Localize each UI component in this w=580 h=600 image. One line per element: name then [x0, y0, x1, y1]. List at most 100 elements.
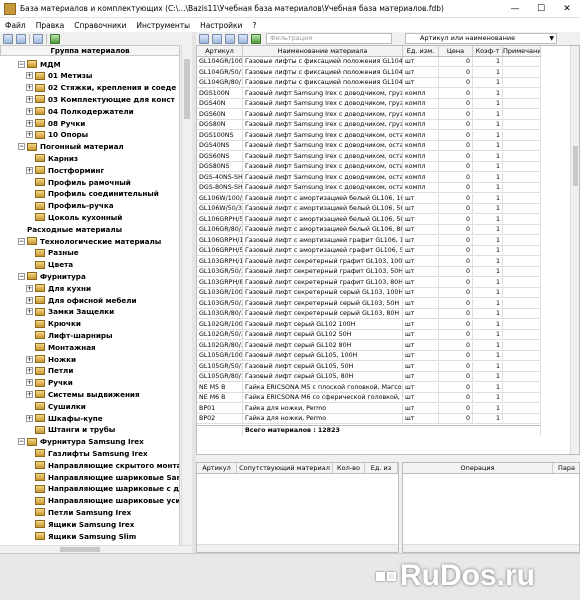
table-row[interactable]: DGS-40NS-SHO Газовый лифт Samsung Irex с …	[197, 172, 541, 183]
expand-icon[interactable]: +	[26, 95, 33, 103]
tree-node[interactable]: + Ножки	[26, 353, 76, 365]
table-row[interactable]: GL103GRPH/10 Газовый лифт секретерный гра…	[197, 256, 541, 267]
tree-node[interactable]: Цоколь кухонный	[26, 211, 122, 223]
tree-node[interactable]: Направляющие шариковые с д	[26, 483, 179, 495]
tree-node[interactable]: Петли Samsung Irex	[26, 506, 131, 518]
tree-node[interactable]: Ящики Samsung Irex	[26, 518, 134, 530]
table-row[interactable]: GL106GRPH/50/Газовый лифт с амортизацией…	[197, 214, 541, 225]
add-material-icon[interactable]	[199, 33, 209, 44]
table-row[interactable]: NE M6 B Гайка ERICSONA M6 со сферической …	[197, 393, 541, 403]
table-row[interactable]: GL105GR/50/1 Газовый лифт серый GL105, 50…	[197, 361, 541, 372]
tree-node[interactable]: +08 Ручки	[26, 117, 85, 129]
menu-settings[interactable]: Настройки	[195, 21, 247, 30]
menu-help[interactable]: ?	[247, 21, 261, 30]
tree-horizontal-scrollbar[interactable]	[0, 545, 192, 553]
operations-horizontal-scrollbar[interactable]	[403, 544, 579, 552]
delete-group-icon[interactable]	[33, 33, 43, 44]
tree-node[interactable]: Профиль рамочный	[26, 176, 131, 188]
expand-icon[interactable]: +	[26, 119, 33, 127]
tree-node[interactable]: − Погонный материал	[18, 141, 124, 153]
column-unit[interactable]: Ед. изм.	[403, 46, 439, 56]
table-row[interactable]: BP02 Гайка для ножки, Permo шт 0 1	[197, 414, 541, 424]
table-row[interactable]: DGS-80NS-SHO Газовый лифт Samsung Irex с …	[197, 183, 541, 193]
add-group-icon[interactable]	[3, 33, 13, 44]
tree-node[interactable]: +04 Полкодержатели	[26, 105, 134, 117]
table-row[interactable]: GL102GR/80/3 Газовый лифт серый GL102 80Н…	[197, 340, 541, 351]
tree-node[interactable]: Цвета	[26, 259, 73, 271]
table-row[interactable]: GL103GR/100/1Газовый лифт секретерный се…	[197, 288, 541, 298]
tree-node[interactable]: +01 Метизы	[26, 70, 92, 82]
expand-icon[interactable]: +	[26, 166, 33, 174]
collapse-icon[interactable]: −	[18, 438, 25, 446]
column-operation[interactable]: Операция	[403, 463, 553, 473]
scrollbar-thumb[interactable]	[184, 59, 190, 119]
tree-node[interactable]: +03 Комплектующие для конст	[26, 93, 175, 105]
menu-tools[interactable]: Инструменты	[131, 21, 195, 30]
table-row[interactable]: NE M5 B Гайка ERICSONA M5 с плоской голов…	[197, 382, 541, 393]
menu-references[interactable]: Справочники	[69, 21, 131, 30]
tree-node[interactable]: + Системы выдвижения	[26, 388, 140, 400]
tree-node[interactable]: Расходные материалы	[18, 223, 122, 235]
tree-node[interactable]: + Для офисной мебели	[26, 294, 137, 306]
table-row[interactable]: DGS60NS Газовый лифт Samsung Irex с довод…	[197, 151, 541, 162]
collapse-icon[interactable]: −	[18, 237, 25, 245]
expand-icon[interactable]: +	[26, 131, 33, 139]
expand-icon[interactable]: +	[26, 355, 33, 363]
tree-node[interactable]: Направляющие скрытого монта	[26, 459, 179, 471]
tree-node[interactable]: Газлифты Samsung Irex	[26, 447, 148, 459]
tree-node[interactable]: − Фурнитура Samsung Irex	[18, 436, 144, 448]
table-row[interactable]: DGS60N Газовый лифт Samsung Irex с доводч…	[197, 109, 541, 120]
tree-node[interactable]: Профиль-ручка	[26, 200, 114, 212]
related-materials-grid[interactable]: Артикул Сопутствующий материал Кол-во Ед…	[196, 462, 399, 553]
table-row[interactable]: GL102GR/50/3 Газовый лифт серый GL102 50Н…	[197, 330, 541, 340]
collapse-icon[interactable]: −	[18, 143, 25, 151]
edit-group-icon[interactable]	[16, 33, 26, 44]
tree-node[interactable]: Карниз	[26, 152, 78, 164]
grid-vertical-scrollbar[interactable]	[570, 46, 579, 454]
table-row[interactable]: GL106GRPH/50 Газовый лифт с амортизацией …	[197, 246, 541, 256]
column-related-unit[interactable]: Ед. из	[365, 463, 398, 473]
tree-node[interactable]: Сушилки	[26, 400, 86, 412]
tree-node[interactable]: Профиль соединительный	[26, 188, 159, 200]
tree-node[interactable]: Ящики Samsung Slim	[26, 530, 136, 542]
column-related-material[interactable]: Сопутствующий материал	[237, 463, 333, 473]
table-row[interactable]: GL104GR/80/1 Газовые лифты с фиксацией по…	[197, 78, 541, 88]
expand-icon[interactable]: +	[26, 296, 33, 304]
materials-grid[interactable]: Артикул Наименование материала Ед. изм. …	[196, 45, 580, 455]
maximize-button[interactable]: ☐	[528, 0, 554, 18]
filter-mode-select[interactable]: Артикул или наименование ▼	[405, 33, 557, 44]
edit-material-icon[interactable]	[212, 33, 222, 44]
back-arrow-icon[interactable]	[251, 33, 261, 44]
expand-icon[interactable]: +	[26, 72, 33, 80]
group-tree[interactable]: − МДМ +01 Метизы +02 Стяжки, крепления и со…	[0, 56, 180, 545]
tree-node[interactable]: Лифт-шарниры	[26, 329, 113, 341]
table-row[interactable]: DGS40NS Газовый лифт Samsung Irex с довод…	[197, 141, 541, 151]
tree-node[interactable]: + Замки Защелки	[26, 306, 114, 318]
minimize-button[interactable]: —	[502, 0, 528, 18]
collapse-icon[interactable]: −	[18, 60, 25, 68]
table-row[interactable]: DGS100NS Газовый лифт Samsung Irex с дово…	[197, 130, 541, 141]
tree-node[interactable]: − Технологические материалы	[18, 235, 161, 247]
tree-vertical-scrollbar[interactable]	[181, 45, 191, 545]
table-row[interactable]: GL103GR/50/3 Газовый лифт секретерный гра…	[197, 267, 541, 277]
tree-node[interactable]: − МДМ	[18, 58, 61, 70]
collapse-icon[interactable]: −	[18, 272, 25, 280]
expand-icon[interactable]: +	[26, 390, 33, 398]
scrollbar-thumb[interactable]	[60, 547, 100, 552]
tree-node[interactable]: + Петли	[26, 365, 73, 377]
table-row[interactable]: GL104GR/50/1 Газовые лифты с фиксацией по…	[197, 67, 541, 78]
table-row[interactable]: GL103GR/80/3 Газовый лифт секретерный сер…	[197, 309, 541, 319]
group-tree-header[interactable]: Группа материалов	[0, 45, 180, 56]
table-row[interactable]: GL105GR/80/1 Газовый лифт серый GL105, 80…	[197, 372, 541, 382]
menu-file[interactable]: Файл	[0, 21, 31, 30]
table-row[interactable]: DGS80NS Газовый лифт Samsung Irex с довод…	[197, 162, 541, 172]
table-row[interactable]: GL106W/100/1 Газовый лифт с амортизацией …	[197, 193, 541, 204]
refresh-icon[interactable]	[50, 33, 60, 44]
table-row[interactable]: GL103GR/50/3 Газовый лифт секретерный сер…	[197, 298, 541, 309]
operations-grid[interactable]: Операция Пара	[402, 462, 580, 553]
related-horizontal-scrollbar[interactable]	[197, 544, 398, 552]
tree-node[interactable]: + Для кухни	[26, 282, 91, 294]
table-row[interactable]: GL103GRPH/80 Газовый лифт секретерный гра…	[197, 277, 541, 288]
table-row[interactable]: GL106GRPH/100Газовый лифт с амортизацией…	[197, 235, 541, 246]
expand-icon[interactable]: +	[26, 107, 33, 115]
